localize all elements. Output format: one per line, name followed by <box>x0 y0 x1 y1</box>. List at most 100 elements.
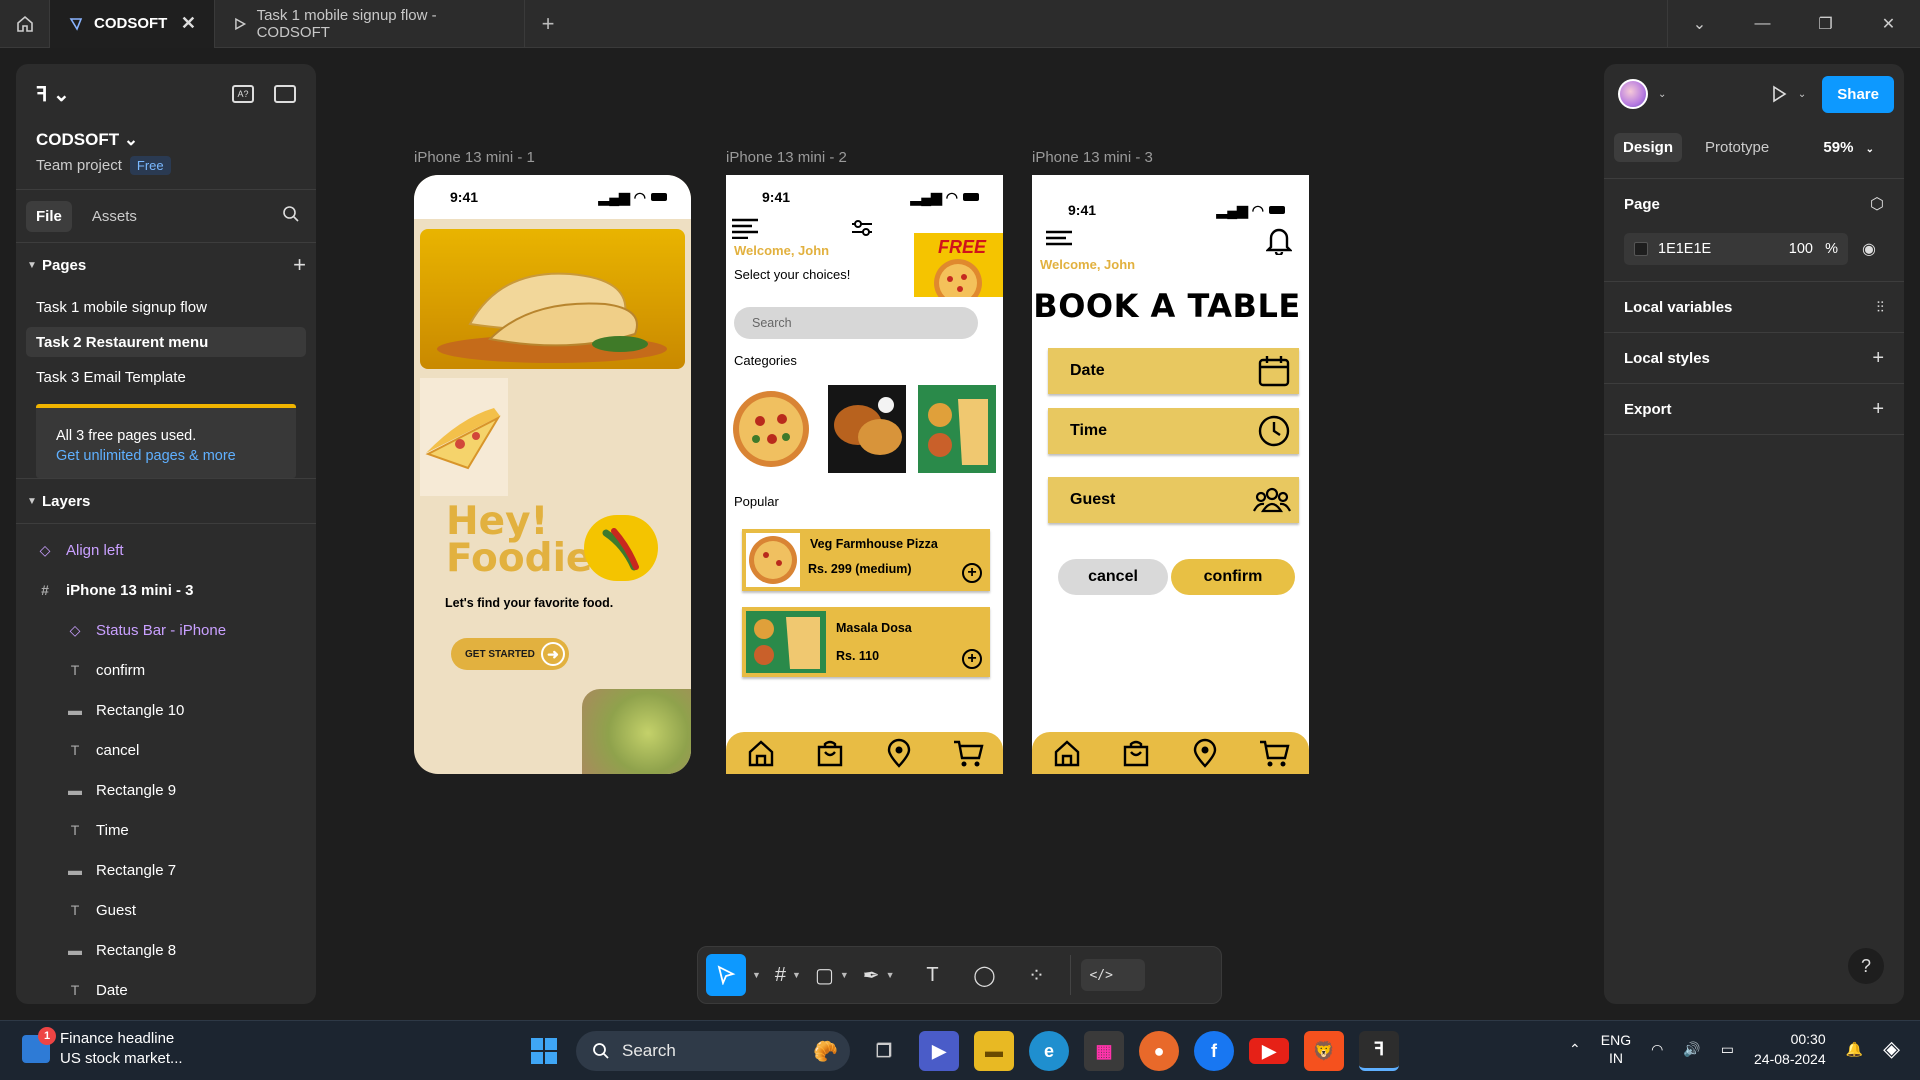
edge-icon[interactable]: e <box>1029 1031 1069 1071</box>
layer-item[interactable]: T Time <box>16 810 316 850</box>
home-button[interactable] <box>0 0 50 48</box>
cancel-button[interactable]: cancel <box>1058 559 1168 595</box>
home-icon[interactable] <box>1050 736 1084 770</box>
page-color-input[interactable]: 1E1E1E 100 % <box>1624 233 1848 265</box>
home-icon[interactable] <box>744 736 778 770</box>
layer-item[interactable]: T Guest <box>16 890 316 930</box>
language-indicator[interactable]: ENG IN <box>1601 1031 1631 1067</box>
color-swatch[interactable] <box>1634 242 1648 256</box>
page-item[interactable]: Task 1 mobile signup flow <box>26 292 306 322</box>
actions-tool[interactable]: ⁘ <box>1012 954 1060 996</box>
variables-icon[interactable]: ⫶⫶ <box>1876 299 1884 316</box>
chevron-down-icon[interactable]: ⌄ <box>1798 89 1806 100</box>
tab-file[interactable]: File <box>26 200 72 232</box>
file-explorer-icon[interactable]: ▬ <box>974 1031 1014 1071</box>
taskbar-search[interactable]: Search 🥐 <box>576 1031 850 1071</box>
filter-icon[interactable] <box>850 219 874 237</box>
layer-item[interactable]: Tconfirm <box>16 650 316 690</box>
wifi-icon[interactable]: ◠ <box>1651 1041 1663 1058</box>
local-variables-row[interactable]: Local variables ⫶⫶ <box>1604 282 1904 332</box>
category-dosa[interactable] <box>918 385 996 473</box>
chevron-down-icon[interactable]: ⌄ <box>1658 89 1666 100</box>
plan-badge[interactable]: Free <box>129 156 171 175</box>
popular-item-card[interactable]: Veg Farmhouse Pizza Rs. 299 (medium) + <box>742 529 990 591</box>
guest-field[interactable]: Guest <box>1048 477 1299 523</box>
text-tool[interactable]: T <box>908 954 956 996</box>
layer-item[interactable]: ▬ Rectangle 10 <box>16 690 316 730</box>
frame-label[interactable]: iPhone 13 mini - 3 <box>1032 149 1153 166</box>
facebook-icon[interactable]: f <box>1194 1031 1234 1071</box>
bag-icon[interactable] <box>1119 736 1153 770</box>
firefox-icon[interactable]: ● <box>1139 1031 1179 1071</box>
layer-item[interactable]: ▬ Rectangle 8 <box>16 930 316 970</box>
layers-header[interactable]: ▼ Layers <box>16 479 316 523</box>
layer-item[interactable]: ◇ Status Bar - iPhone <box>16 610 316 650</box>
store-icon[interactable]: ▦ <box>1084 1031 1124 1071</box>
task-view-icon[interactable]: ❐ <box>864 1031 904 1071</box>
new-tab-button[interactable]: + <box>525 11 571 37</box>
get-started-button[interactable]: GET STARTED ➜ <box>451 638 569 670</box>
category-burger[interactable] <box>828 385 906 473</box>
cart-icon[interactable] <box>1257 736 1291 770</box>
pen-tool[interactable]: ✒ ▼ <box>863 954 905 996</box>
brave-icon[interactable]: 🦁 <box>1304 1031 1344 1071</box>
close-tab-icon[interactable]: ✕ <box>181 13 196 34</box>
figma-menu-icon[interactable]: ꟻ ⌄ <box>36 82 70 107</box>
layer-item[interactable]: T Date <box>16 970 316 1004</box>
layer-item[interactable]: ▬ Rectangle 9 <box>16 770 316 810</box>
volume-icon[interactable]: 🔊 <box>1683 1041 1700 1058</box>
search-input[interactable]: Search <box>734 307 978 339</box>
chevron-down-icon[interactable]: ▼ <box>840 970 849 980</box>
time-field[interactable]: Time <box>1048 408 1299 454</box>
layer-item[interactable]: ▬ Rectangle 7 <box>16 850 316 890</box>
teams-icon[interactable]: ▶ <box>919 1031 959 1071</box>
chevron-up-icon[interactable]: ⌃ <box>1569 1041 1581 1058</box>
chevron-down-icon[interactable]: ⌄ <box>1668 0 1731 48</box>
upgrade-link[interactable]: Get unlimited pages & more <box>56 446 276 466</box>
figma-icon[interactable]: ꟻ <box>1359 1031 1399 1071</box>
page-item[interactable]: Task 2 Restaurent menu <box>26 327 306 357</box>
clock[interactable]: 00:30 24-08-2024 <box>1754 1029 1826 1069</box>
dev-mode-toggle[interactable]: </> <box>1081 959 1146 991</box>
add-export-icon[interactable]: + <box>1872 398 1884 421</box>
copilot-icon[interactable]: ◈ <box>1883 1036 1900 1062</box>
tab-prototype[interactable]: Prototype <box>1696 133 1778 162</box>
chevron-down-icon[interactable]: ▼ <box>752 970 761 980</box>
phone-frame-3[interactable]: 9:41 ▂▄▆ ◠ Welcome, John BOOK A TABLE Da… <box>1032 175 1309 774</box>
frame-label[interactable]: iPhone 13 mini - 1 <box>414 149 535 166</box>
phone-frame-2[interactable]: 9:41 ▂▄▆ ◠ Welcome, John Select your cho… <box>726 175 1003 774</box>
free-pizza-ad[interactable]: FREE <box>914 233 1003 297</box>
tab-assets[interactable]: Assets <box>82 201 147 232</box>
menu-icon[interactable] <box>730 217 762 239</box>
add-style-icon[interactable]: + <box>1872 347 1884 370</box>
phone-frame-1[interactable]: 9:41 ▂▄▆ ◠ Hey! Foodie Let's find your f… <box>414 175 691 774</box>
avatar[interactable] <box>1618 79 1648 109</box>
share-button[interactable]: Share <box>1822 75 1894 113</box>
confirm-button[interactable]: confirm <box>1171 559 1295 595</box>
bag-icon[interactable] <box>813 736 847 770</box>
present-play-icon[interactable] <box>1770 85 1788 103</box>
frame-tool[interactable]: # ▼ <box>775 954 811 996</box>
chevron-down-icon[interactable]: ▼ <box>792 970 801 980</box>
layer-item[interactable]: # iPhone 13 mini - 3 <box>16 570 316 610</box>
minimize-button[interactable]: — <box>1731 0 1794 48</box>
category-pizza[interactable] <box>732 385 810 473</box>
location-icon[interactable] <box>882 736 916 770</box>
sidebar-toggle-icon[interactable] <box>274 85 296 103</box>
add-page-button[interactable]: + <box>293 252 306 278</box>
news-widget[interactable]: 1 Finance headline US stock market... <box>22 1027 183 1069</box>
move-tool[interactable]: ▼ <box>706 954 771 996</box>
battery-icon[interactable]: ▭ <box>1721 1041 1734 1058</box>
layer-item[interactable]: Tcancel <box>16 730 316 770</box>
tab-codsoft[interactable]: CODSOFT ✕ <box>50 0 215 48</box>
search-icon[interactable] <box>282 205 300 228</box>
bell-icon[interactable] <box>1266 225 1292 255</box>
zoom-dropdown[interactable]: 59% ⌄ <box>1823 139 1874 156</box>
shape-tool[interactable]: ▢ ▼ <box>815 954 859 996</box>
chevron-down-icon[interactable]: ▼ <box>886 970 895 980</box>
styles-icon[interactable]: ⬡ <box>1870 194 1884 214</box>
comment-tool[interactable]: ◯ <box>960 954 1008 996</box>
tab-task1-prototype[interactable]: Task 1 mobile signup flow - CODSOFT <box>215 0 525 48</box>
cart-icon[interactable] <box>951 736 985 770</box>
layer-item[interactable]: ◇ Align left <box>16 530 316 570</box>
